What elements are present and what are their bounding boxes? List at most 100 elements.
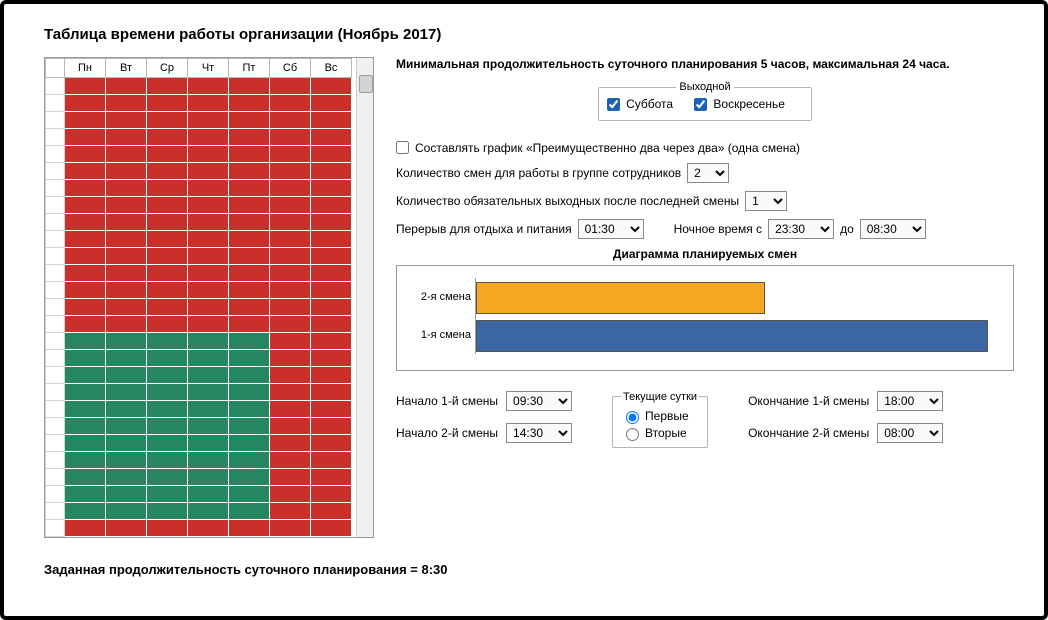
calendar-cell[interactable] [65, 520, 106, 537]
plan-2x2-checkbox[interactable] [396, 141, 409, 154]
calendar-cell[interactable] [270, 129, 311, 146]
calendar-cell[interactable] [106, 316, 147, 333]
calendar-cell[interactable] [65, 452, 106, 469]
calendar-cell[interactable] [188, 129, 229, 146]
calendar-cell[interactable] [270, 401, 311, 418]
calendar-cell[interactable] [147, 248, 188, 265]
calendar-cell[interactable] [65, 418, 106, 435]
calendar-cell[interactable] [229, 231, 270, 248]
calendar-cell[interactable] [147, 265, 188, 282]
calendar-cell[interactable] [229, 95, 270, 112]
calendar-cell[interactable] [188, 384, 229, 401]
calendar-cell[interactable] [229, 282, 270, 299]
calendar-cell[interactable] [106, 78, 147, 95]
calendar-cell[interactable] [188, 112, 229, 129]
calendar-cell[interactable] [229, 299, 270, 316]
night-from-select[interactable]: 23:30 [768, 219, 834, 239]
calendar-cell[interactable] [188, 231, 229, 248]
calendar-cell[interactable] [229, 401, 270, 418]
calendar-cell[interactable] [311, 146, 352, 163]
calendar-cell[interactable] [106, 520, 147, 537]
calendar-cell[interactable] [65, 367, 106, 384]
calendar-cell[interactable] [311, 95, 352, 112]
calendar-cell[interactable] [65, 214, 106, 231]
calendar-cell[interactable] [106, 265, 147, 282]
calendar-cell[interactable] [106, 486, 147, 503]
calendar-cell[interactable] [311, 435, 352, 452]
shifts-count-select[interactable]: 2 [687, 163, 729, 183]
calendar-cell[interactable] [147, 469, 188, 486]
calendar-cell[interactable] [188, 520, 229, 537]
calendar-cell[interactable] [147, 163, 188, 180]
calendar-cell[interactable] [270, 520, 311, 537]
calendar-cell[interactable] [270, 384, 311, 401]
saturday-checkbox[interactable] [607, 98, 620, 111]
calendar-cell[interactable] [311, 418, 352, 435]
calendar-cell[interactable] [229, 333, 270, 350]
calendar-cell[interactable] [106, 435, 147, 452]
calendar-cell[interactable] [229, 163, 270, 180]
calendar-cell[interactable] [65, 333, 106, 350]
calendar-cell[interactable] [270, 350, 311, 367]
calendar-cell[interactable] [106, 146, 147, 163]
calendar-cell[interactable] [106, 350, 147, 367]
calendar-cell[interactable] [65, 435, 106, 452]
calendar-cell[interactable] [270, 248, 311, 265]
end1-select[interactable]: 18:00 [877, 391, 943, 411]
calendar-cell[interactable] [65, 401, 106, 418]
start1-select[interactable]: 09:30 [506, 391, 572, 411]
calendar-cell[interactable] [65, 384, 106, 401]
calendar-cell[interactable] [229, 486, 270, 503]
calendar-cell[interactable] [65, 112, 106, 129]
calendar-cell[interactable] [65, 469, 106, 486]
calendar-cell[interactable] [229, 316, 270, 333]
calendar-cell[interactable] [106, 231, 147, 248]
calendar-cell[interactable] [65, 146, 106, 163]
calendar-cell[interactable] [270, 231, 311, 248]
calendar-cell[interactable] [188, 452, 229, 469]
calendar-cell[interactable] [188, 299, 229, 316]
end2-select[interactable]: 08:00 [877, 423, 943, 443]
calendar-cell[interactable] [311, 248, 352, 265]
calendar-cell[interactable] [188, 367, 229, 384]
calendar-cell[interactable] [147, 316, 188, 333]
calendar-cell[interactable] [270, 180, 311, 197]
calendar-cell[interactable] [147, 146, 188, 163]
calendar-cell[interactable] [311, 78, 352, 95]
calendar-cell[interactable] [188, 163, 229, 180]
calendar-cell[interactable] [270, 214, 311, 231]
calendar-cell[interactable] [270, 367, 311, 384]
calendar-cell[interactable] [147, 503, 188, 520]
calendar-cell[interactable] [65, 350, 106, 367]
calendar-cell[interactable] [147, 282, 188, 299]
calendar-cell[interactable] [106, 367, 147, 384]
calendar-grid[interactable]: ПнВтСрЧтПтСбВс [44, 57, 374, 538]
calendar-cell[interactable] [229, 78, 270, 95]
calendar-cell[interactable] [311, 299, 352, 316]
calendar-cell[interactable] [229, 129, 270, 146]
calendar-cell[interactable] [106, 214, 147, 231]
calendar-cell[interactable] [147, 418, 188, 435]
calendar-cell[interactable] [188, 248, 229, 265]
calendar-cell[interactable] [270, 503, 311, 520]
calendar-cell[interactable] [311, 112, 352, 129]
calendar-cell[interactable] [229, 214, 270, 231]
calendar-cell[interactable] [311, 129, 352, 146]
calendar-cell[interactable] [147, 350, 188, 367]
calendar-cell[interactable] [311, 469, 352, 486]
calendar-cell[interactable] [311, 503, 352, 520]
calendar-cell[interactable] [270, 112, 311, 129]
calendar-cell[interactable] [65, 129, 106, 146]
calendar-cell[interactable] [65, 316, 106, 333]
day-second-radio[interactable] [626, 428, 639, 441]
calendar-cell[interactable] [311, 486, 352, 503]
calendar-cell[interactable] [147, 401, 188, 418]
calendar-cell[interactable] [106, 197, 147, 214]
calendar-cell[interactable] [147, 435, 188, 452]
calendar-cell[interactable] [65, 231, 106, 248]
calendar-cell[interactable] [147, 197, 188, 214]
calendar-cell[interactable] [270, 333, 311, 350]
calendar-cell[interactable] [106, 248, 147, 265]
calendar-cell[interactable] [311, 333, 352, 350]
calendar-cell[interactable] [270, 265, 311, 282]
